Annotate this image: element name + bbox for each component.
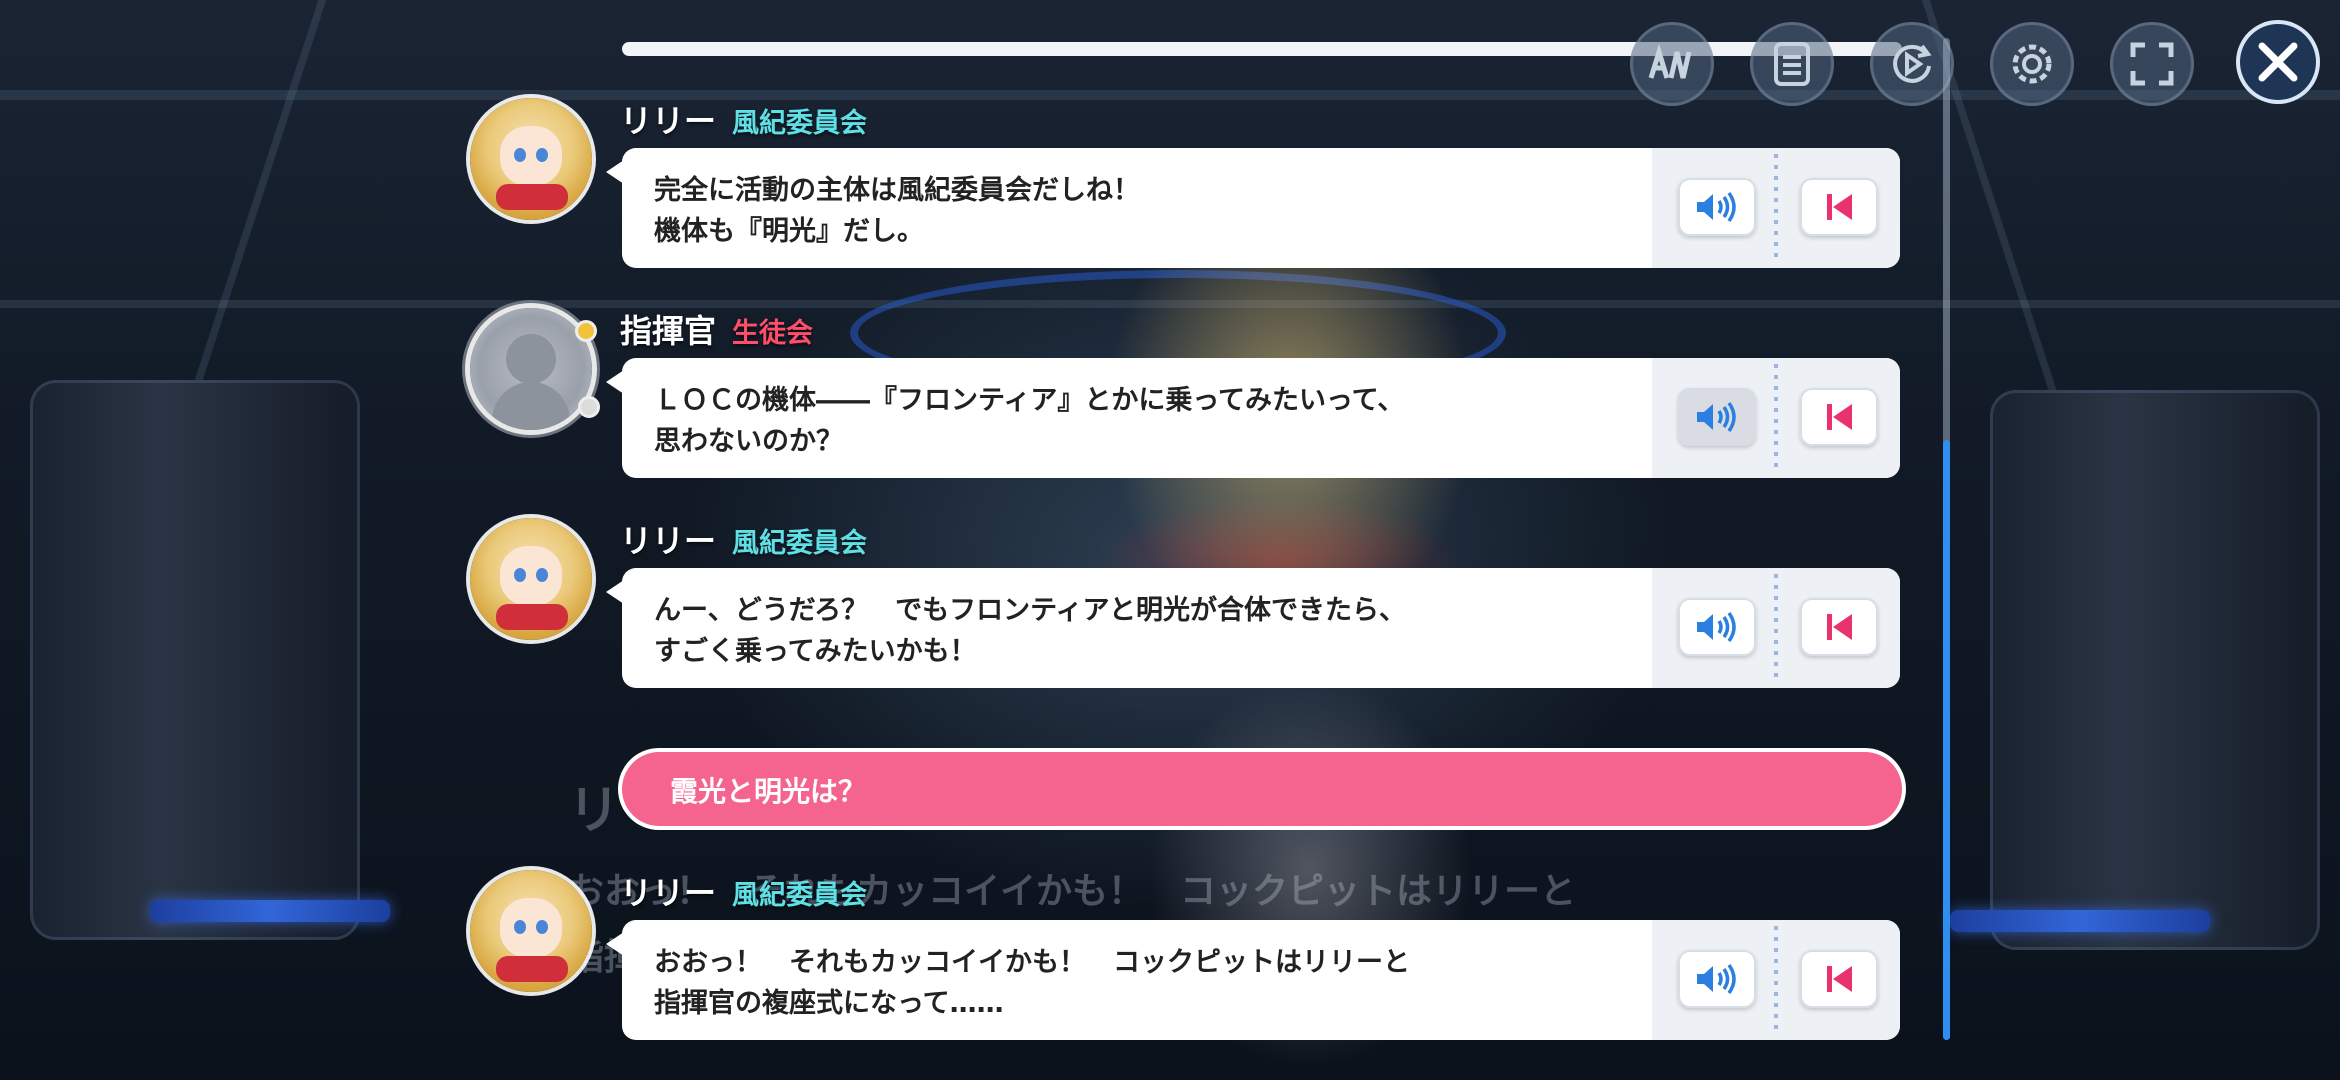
speaker-affiliation: 風紀委員会	[732, 528, 868, 559]
speaker-icon	[1697, 963, 1736, 995]
skip-back-icon	[1827, 194, 1852, 220]
jump-back-button[interactable]	[1800, 598, 1878, 656]
entry-actions	[1652, 568, 1900, 688]
skip-back-icon	[1827, 966, 1852, 992]
speaker-affiliation: 風紀委員会	[732, 880, 868, 911]
speaker-icon	[1697, 191, 1736, 223]
speaker-name: リリー	[620, 874, 717, 912]
dialogue-bubble: んー、どうだろ？ でもフロンティアと明光が合体できたら、 すごく乗ってみたいかも…	[622, 568, 1900, 688]
choice-label: 霞光と明光は？	[670, 775, 867, 808]
speaker-affiliation: 風紀委員会	[732, 108, 868, 139]
skip-back-icon	[1827, 614, 1852, 640]
speaker-name: リリー	[620, 102, 717, 140]
jump-back-button[interactable]	[1800, 388, 1878, 446]
dialogue-bubble: 完全に活動の主体は風紀委員会だしね！ 機体も『明光』だし。	[622, 148, 1900, 268]
log-scroll-thumb[interactable]	[1943, 440, 1950, 1040]
left-pillar	[30, 380, 360, 940]
speaker-icon	[1697, 611, 1736, 643]
entry-actions	[1652, 148, 1900, 268]
settings-icon[interactable]	[1990, 22, 2074, 106]
log-entry: 指揮官 生徒会 ＬＯＣの機体――『フロンティア』とかに乗ってみたいって、 思わな…	[470, 308, 1910, 508]
replay-icon[interactable]	[1870, 22, 1954, 106]
commander-avatar	[470, 308, 592, 430]
close-icon[interactable]	[2236, 20, 2320, 104]
lily-avatar	[470, 518, 592, 640]
speaker-icon	[1697, 401, 1736, 433]
log-entry: リリー 風紀委員会 おおっ！ それもカッコイイかも！ コックピットはリリーと 指…	[470, 870, 1910, 1070]
voice-play-button[interactable]	[1678, 178, 1756, 236]
entry-actions	[1652, 920, 1900, 1040]
voice-play-button[interactable]	[1678, 598, 1756, 656]
lily-avatar	[470, 98, 592, 220]
speaker-name: リリー	[620, 522, 717, 560]
dialogue-bubble: おおっ！ それもカッコイイかも！ コックピットはリリーと 指揮官の複座式になって…	[622, 920, 1900, 1040]
skip-back-icon	[1827, 404, 1852, 430]
auto-icon[interactable]	[1630, 22, 1714, 106]
entry-actions	[1652, 358, 1900, 478]
lily-avatar	[470, 870, 592, 992]
voice-play-button[interactable]	[1678, 388, 1756, 446]
dialogue-text: ＬＯＣの機体――『フロンティア』とかに乗ってみたいって、 思わないのか？	[654, 385, 1405, 457]
speaker-name: 指揮官	[620, 312, 717, 350]
fullscreen-icon[interactable]	[2110, 22, 2194, 106]
right-pillar	[1990, 390, 2320, 950]
log-entry: リリー 風紀委員会 んー、どうだろ？ でもフロンティアと明光が合体できたら、 す…	[470, 518, 1910, 718]
jump-back-button[interactable]	[1800, 178, 1878, 236]
log-entry: リリー 風紀委員会 完全に活動の主体は風紀委員会だしね！ 機体も『明光』だし。	[470, 98, 1910, 298]
log-icon[interactable]	[1750, 22, 1834, 106]
jump-back-button[interactable]	[1800, 950, 1878, 1008]
dialogue-text: おおっ！ それもカッコイイかも！ コックピットはリリーと 指揮官の複座式になって…	[654, 947, 1410, 1019]
voice-play-button[interactable]	[1678, 950, 1756, 1008]
selected-choice: 霞光と明光は？	[622, 752, 1902, 826]
ghost-name: リ	[568, 781, 621, 841]
dialogue-text: 完全に活動の主体は風紀委員会だしね！ 機体も『明光』だし。	[654, 175, 1140, 247]
speaker-affiliation: 生徒会	[732, 318, 814, 349]
dialogue-bubble: ＬＯＣの機体――『フロンティア』とかに乗ってみたいって、 思わないのか？	[622, 358, 1900, 478]
dialogue-text: んー、どうだろ？ でもフロンティアと明光が合体できたら、 すごく乗ってみたいかも…	[654, 595, 1406, 667]
